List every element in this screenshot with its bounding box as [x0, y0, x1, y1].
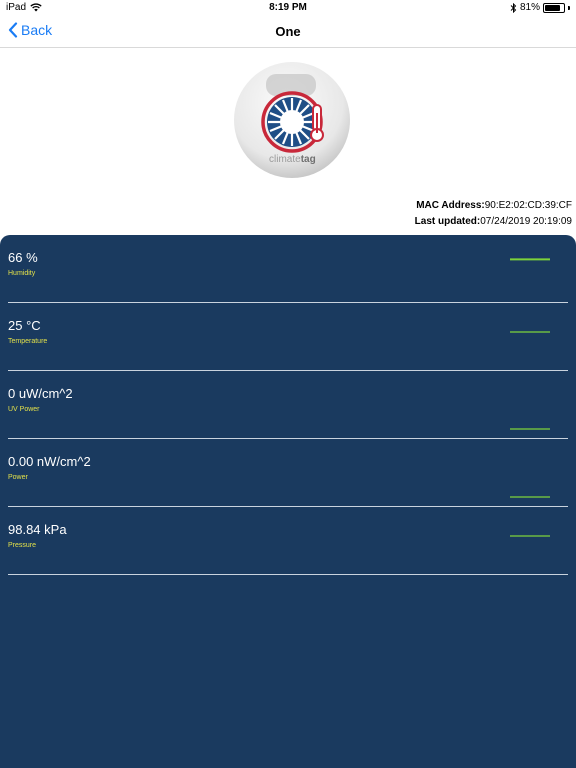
sensor-value: 0.00 nW/cm^2 — [8, 454, 91, 469]
last-updated-row: Last updated:07/24/2019 20:19:09 — [415, 214, 572, 230]
last-updated-label: Last updated: — [414, 216, 481, 227]
sensor-panel: 66 % Humidity 25 °C Temperature 0 uW/cm^… — [0, 235, 576, 768]
sensor-label: Temperature — [8, 338, 48, 345]
svg-text:climatetag: climatetag — [269, 154, 316, 165]
sensor-row-power[interactable]: 0.00 nW/cm^2 Power — [8, 439, 568, 507]
sensor-label: UV Power — [8, 406, 40, 413]
uv-power-sparkline — [510, 428, 550, 430]
mac-address-row: MAC Address:90:E2:02:CD:39:CF — [415, 198, 572, 214]
pressure-sparkline — [510, 535, 550, 537]
sensor-value: 25 °C — [8, 318, 41, 333]
sensor-row-pressure[interactable]: 98.84 kPa Pressure — [8, 507, 568, 575]
mac-address-value: 90:E2:02:CD:39:CF — [484, 200, 572, 211]
temperature-sparkline — [510, 331, 550, 333]
status-bar: iPad 8:19 PM 81% — [0, 0, 576, 16]
sensor-label: Humidity — [8, 270, 36, 277]
power-sparkline — [510, 496, 550, 498]
sensor-value: 98.84 kPa — [8, 522, 67, 537]
sensor-value: 0 uW/cm^2 — [8, 386, 73, 401]
last-updated-value: 07/24/2019 20:19:09 — [480, 216, 572, 227]
humidity-sparkline — [510, 258, 550, 261]
sensor-value: 66 % — [8, 250, 38, 265]
device-info: MAC Address:90:E2:02:CD:39:CF Last updat… — [415, 198, 572, 230]
battery-icon — [543, 2, 565, 13]
sensor-row-uv-power[interactable]: 0 uW/cm^2 UV Power — [8, 371, 568, 439]
status-right: 81% — [510, 2, 570, 13]
climatetag-device-image: climatetag — [234, 62, 350, 178]
sensor-label: Pressure — [8, 542, 37, 549]
bluetooth-icon — [510, 2, 517, 13]
status-time: 8:19 PM — [269, 2, 307, 13]
navigation-bar: Back One — [0, 16, 576, 48]
sensor-row-temperature[interactable]: 25 °C Temperature — [8, 303, 568, 371]
battery-level — [545, 4, 560, 11]
mac-address-label: MAC Address: — [416, 200, 485, 211]
battery-tip — [568, 5, 570, 10]
page-title: One — [275, 24, 301, 39]
battery-percent: 81% — [519, 2, 540, 13]
sensor-label: Power — [8, 474, 28, 481]
sensor-row-humidity[interactable]: 66 % Humidity — [8, 235, 568, 303]
